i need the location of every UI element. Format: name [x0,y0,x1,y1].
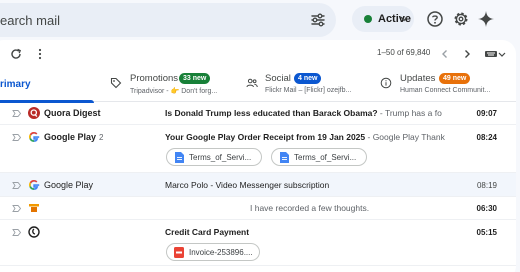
status-selector[interactable]: Active [352,6,414,32]
document-icon [280,152,289,163]
google-logo-icon [28,179,40,190]
important-marker-icon[interactable] [12,181,21,190]
search-input[interactable]: earch mail [0,13,60,28]
category-tabs: rimary Promotions 33 new Tripadvisor - 👉… [0,68,516,103]
pdf-icon [174,247,184,258]
new-count-badge: 49 new [439,73,471,84]
email-row[interactable]: I have recorded a few thoughts. 06:30 [0,197,516,220]
star-icon[interactable] [0,181,3,190]
sender-logo-icon [29,204,39,212]
tab-label: Promotions [130,73,179,84]
email-subject: Your Google Play Order Receipt from 19 J… [165,132,445,142]
info-icon [380,77,392,89]
sender-name: Quora Digest [44,108,101,118]
email-subject: Is Donald Trump less educated than Barac… [165,108,442,118]
attachment-name: Invoice-253896.... [189,248,253,257]
status-dot [364,15,372,23]
email-time: 08:24 [476,133,497,142]
gemini-sparkle-icon[interactable] [477,10,495,28]
attachment-name: Terms_of_Servi... [294,153,357,162]
inbox-toolbar: 1–50 of 69,840 [0,40,516,68]
attachment-chip[interactable]: Terms_of_Servi... [271,148,367,166]
document-icon [175,152,184,163]
inbox-panel: 1–50 of 69,840 rimary Promotions 33 new [0,40,516,272]
tab-preview: Tripadvisor - 👉 Don't forg... [130,88,218,95]
star-icon[interactable] [0,228,3,237]
chevron-right-icon[interactable] [460,47,474,61]
tab-promotions[interactable]: Promotions 33 new Tripadvisor - 👉 Don't … [108,68,238,102]
tab-preview: Flickr Mail – [Flickr] ozejfb... [265,87,352,94]
attachment-chip[interactable]: Invoice-253896.... [166,243,260,261]
pagination-info: 1–50 of 69,840 [377,48,431,57]
important-marker-icon[interactable] [12,228,21,237]
more-vert-icon[interactable] [33,47,47,61]
email-subject: Credit Card Payment [165,227,250,237]
sender-logo-icon [28,226,40,238]
chevron-down-icon [400,16,408,22]
email-time: 05:15 [476,228,497,237]
tab-label: rimary [0,79,31,90]
attachment-name: Terms_of_Servi... [189,153,252,162]
star-icon[interactable] [0,204,3,213]
email-row[interactable]: Google Play 2 Your Google Play Order Rece… [0,125,516,173]
email-row[interactable]: Google Play Marco Polo - Video Messenger… [0,173,516,197]
email-subject: Marco Polo - Video Messenger subscriptio… [165,180,330,190]
thread-count: 2 [99,133,104,142]
quora-logo-icon [28,107,40,119]
search-options-icon[interactable] [310,12,326,28]
tab-primary[interactable]: rimary [0,68,94,103]
tab-social[interactable]: Social 4 new Flickr Mail – [Flickr] ozej… [246,68,374,102]
tab-label: Updates [400,73,436,84]
tab-label: Social [265,73,291,84]
important-marker-icon[interactable] [12,204,21,213]
attachment-chip[interactable]: Terms_of_Servi... [166,148,262,166]
new-count-badge: 33 new [179,73,211,84]
google-logo-icon [28,131,40,142]
email-time: 06:30 [476,204,497,213]
email-row[interactable]: Quora Digest Is Donald Trump less educat… [0,102,516,125]
important-marker-icon[interactable] [12,133,21,142]
refresh-icon[interactable] [9,47,23,61]
star-icon[interactable] [0,109,3,118]
star-icon[interactable] [0,133,3,142]
sender-name: Google Play 2 [44,132,104,142]
chevron-left-icon[interactable] [438,47,452,61]
email-time: 09:07 [476,109,497,118]
chevron-down-icon[interactable] [498,47,506,61]
top-bar: earch mail Active [0,0,520,40]
email-row[interactable]: Credit Card Payment 05:15 Invoice-253896… [0,220,516,266]
new-count-badge: 4 new [294,73,322,84]
tab-updates[interactable]: Updates 49 new Human Connect Communit... [380,68,516,102]
settings-gear-icon[interactable] [452,10,470,28]
sender-name: Google Play [44,180,94,190]
email-time: 08:19 [476,181,497,190]
search-bar[interactable]: earch mail [0,3,336,37]
tag-icon [110,77,122,89]
important-marker-icon[interactable] [12,109,21,118]
keyboard-icon[interactable] [484,47,498,61]
help-icon[interactable] [426,10,444,28]
tab-preview: Human Connect Communit... [400,87,491,94]
people-icon [246,78,258,88]
